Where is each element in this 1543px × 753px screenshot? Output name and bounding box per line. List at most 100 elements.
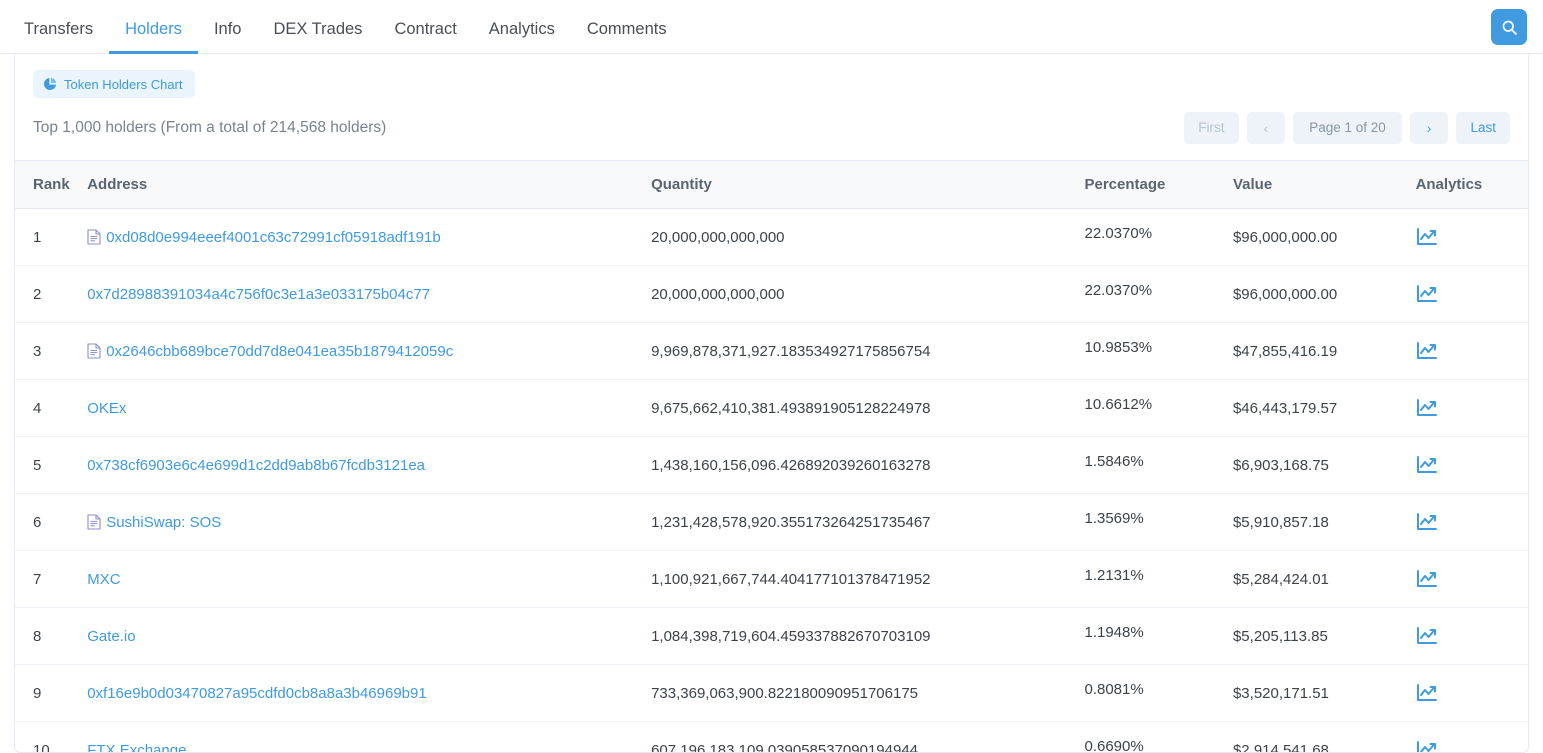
table-row: 4 OKEx 9,675,662,410,381.49389190512822497… [15,379,1528,438]
column-header-analytics: Analytics [1407,160,1528,210]
cell-rank: 4 [15,379,80,438]
table-row: 2 0x7d28988391034a4c756f0c3e1a3e033175b04… [15,265,1528,324]
chart-line-icon[interactable] [1416,569,1438,589]
chart-line-icon[interactable] [1416,341,1438,361]
address-link[interactable]: 0x2646cbb689bce70dd7d8e041ea35b187941205… [106,343,453,360]
cell-quantity: 1,231,428,578,920.355173264251735467 [643,493,1077,552]
cell-value: $6,903,168.75 [1224,436,1408,495]
search-button[interactable] [1491,9,1527,45]
cell-value: $5,284,424.01 [1224,550,1408,609]
cell-address: OKEx [79,379,644,438]
chart-line-icon[interactable] [1416,455,1438,475]
cell-analytics [1407,550,1528,609]
cell-percentage: 1.1948% [1076,607,1225,666]
analytics-link[interactable] [1416,683,1520,703]
column-header-value: Value [1224,160,1408,210]
chart-line-icon[interactable] [1416,227,1438,247]
contract-document-icon [87,343,101,359]
contract-document-icon [87,229,101,245]
address-link[interactable]: MXC [87,571,120,588]
cell-analytics [1407,607,1528,666]
cell-address: 0xf16e9b0d03470827a95cdfd0cb8a8a3b46969b… [79,664,644,723]
cell-analytics [1407,379,1528,438]
table-row: 9 0xf16e9b0d03470827a95cdfd0cb8a8a3b46969… [15,664,1528,723]
tab-bar: Transfers Holders Info DEX Trades Contract An… [0,0,1543,54]
cell-quantity: 733,369,063,900.822180090951706175 [643,664,1077,723]
token-holders-chart-button[interactable]: Token Holders Chart [33,70,195,98]
address-link[interactable]: OKEx [87,400,126,417]
column-header-quantity: Quantity [643,160,1077,210]
cell-value: $5,910,857.18 [1224,493,1408,552]
tab-contract[interactable]: Contract [378,20,472,55]
table-row: 10 FTX Exchange 607,196,183,109.0390585370… [15,721,1528,753]
analytics-link[interactable] [1416,341,1520,361]
chart-line-icon[interactable] [1416,740,1438,753]
tab-list: Transfers Holders Info DEX Trades Contract An… [14,0,683,55]
chart-line-icon[interactable] [1416,626,1438,646]
pagination: First ‹ Page 1 of 20 › Last [1184,112,1510,145]
cell-percentage: 1.5846% [1076,436,1225,495]
cell-quantity: 20,000,000,000,000 [643,208,1077,267]
cell-percentage: 1.2131% [1076,550,1225,609]
cell-rank: 3 [15,322,80,381]
percentage-text: 0.6690% [1084,738,1144,753]
tab-info[interactable]: Info [198,20,258,55]
analytics-link[interactable] [1416,512,1520,532]
holders-summary-text: Top 1,000 holders (From a total of 214,5… [33,119,387,137]
tab-transfers[interactable]: Transfers [14,20,109,55]
pagination-first-button[interactable]: First [1184,112,1239,144]
address-link[interactable]: 0xd08d0e994eeef4001c63c72991cf05918adf19… [106,229,440,246]
analytics-link[interactable] [1416,626,1520,646]
percentage-text: 1.5846% [1084,453,1144,471]
pagination-next-button[interactable]: › [1409,112,1449,145]
cell-quantity: 1,438,160,156,096.426892039260163278 [643,436,1077,495]
analytics-link[interactable] [1416,398,1520,418]
address-link[interactable]: 0x738cf6903e6c4e699d1c2dd9ab8b67fcdb3121… [87,457,425,474]
cell-percentage: 22.0370% [1076,265,1225,324]
analytics-link[interactable] [1416,569,1520,589]
cell-rank: 9 [15,664,80,723]
analytics-link[interactable] [1416,227,1520,247]
tab-analytics[interactable]: Analytics [473,20,571,55]
tab-dex-trades[interactable]: DEX Trades [257,20,378,55]
cell-analytics [1407,493,1528,552]
table-row: 7 MXC 1,100,921,667,744.404177101378471952… [15,550,1528,609]
cell-quantity: 1,100,921,667,744.404177101378471952 [643,550,1077,609]
cell-value: $5,205,113.85 [1224,607,1408,666]
cell-address: MXC [79,550,644,609]
analytics-link[interactable] [1416,740,1520,753]
cell-analytics [1407,322,1528,381]
holders-table: Rank Address Quantity Percentage Value A… [15,160,1528,753]
card-header: Token Holders Chart [15,54,1528,98]
address-link[interactable]: SushiSwap: SOS [106,514,221,531]
table-row: 3 0x2646cbb689bce70dd7d8e041ea35b18794120… [15,322,1528,381]
chart-line-icon[interactable] [1416,398,1438,418]
tab-comments[interactable]: Comments [571,20,683,55]
cell-rank: 1 [15,208,80,267]
analytics-link[interactable] [1416,455,1520,475]
cell-percentage: 0.8081% [1076,664,1225,723]
tab-holders[interactable]: Holders [109,20,198,54]
cell-address: 0xd08d0e994eeef4001c63c72991cf05918adf19… [79,208,644,267]
pagination-prev-button[interactable]: ‹ [1246,112,1286,145]
token-holders-chart-label: Token Holders Chart [64,76,183,92]
cell-percentage: 1.3569% [1076,493,1225,552]
chart-line-icon[interactable] [1416,512,1438,532]
chart-line-icon[interactable] [1416,284,1438,304]
cell-value: $96,000,000.00 [1224,208,1408,267]
analytics-link[interactable] [1416,284,1520,304]
cell-address: FTX Exchange [79,721,644,752]
cell-rank: 8 [15,607,80,666]
address-link[interactable]: Gate.io [87,628,135,645]
address-link[interactable]: 0xf16e9b0d03470827a95cdfd0cb8a8a3b46969b… [87,685,427,702]
chart-line-icon[interactable] [1416,683,1438,703]
percentage-text: 0.8081% [1084,681,1144,699]
pagination-last-button[interactable]: Last [1456,112,1510,144]
cell-rank: 2 [15,265,80,324]
address-link[interactable]: 0x7d28988391034a4c756f0c3e1a3e033175b04c… [87,286,430,303]
percentage-text: 22.0370% [1084,282,1153,300]
cell-analytics [1407,208,1528,267]
cell-rank: 7 [15,550,80,609]
table-row: 6 SushiSwap: SOS 1,231,428,578,920.3551732… [15,493,1528,552]
address-link[interactable]: FTX Exchange [87,742,186,752]
